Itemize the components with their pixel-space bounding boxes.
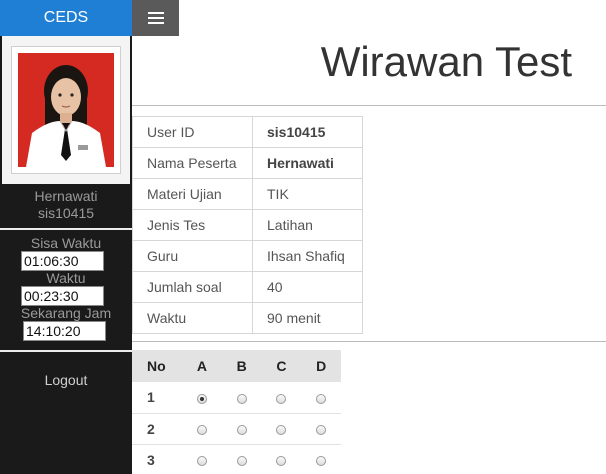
- info-key: Jumlah soal: [132, 271, 253, 303]
- answer-cell-c: [261, 413, 302, 445]
- radio-option-c[interactable]: [276, 424, 287, 435]
- radio-option-c[interactable]: [276, 455, 287, 466]
- info-value: 90 menit: [252, 302, 363, 334]
- info-value: Hernawati: [252, 147, 363, 179]
- answer-cell-a: [182, 413, 222, 445]
- info-key: Nama Peserta: [132, 147, 253, 179]
- table-row: 2: [132, 413, 341, 445]
- answer-cell-a: [182, 382, 222, 414]
- answer-cell-d: [301, 382, 341, 414]
- info-key: Waktu: [132, 302, 253, 334]
- column-header-c: C: [261, 350, 302, 382]
- column-header-a: A: [182, 350, 222, 382]
- answer-cell-b: [221, 413, 262, 445]
- info-key: Jenis Tes: [132, 209, 253, 241]
- answer-cell-c: [261, 382, 302, 414]
- sidebar-user-info: Hernawati sis10415: [0, 184, 132, 228]
- answer-header-row: No A B C D: [132, 350, 341, 382]
- radio-option-b[interactable]: [236, 455, 247, 466]
- table-row: Nama Peserta Hernawati: [132, 147, 363, 179]
- timer-panel: Sisa Waktu Waktu Sekarang Jam: [0, 230, 132, 350]
- column-header-d: D: [301, 350, 341, 382]
- table-row: Guru Ihsan Shafiq: [132, 240, 363, 272]
- info-value: sis10415: [252, 116, 363, 148]
- info-key: User ID: [132, 116, 253, 148]
- sidebar-user-name: Hernawati: [34, 188, 98, 204]
- info-value: 40: [252, 271, 363, 303]
- table-row: 1: [132, 382, 341, 414]
- table-row: User ID sis10415: [132, 116, 363, 148]
- question-number: 3: [132, 444, 182, 474]
- student-portrait-image: [18, 53, 114, 167]
- info-key: Guru: [132, 240, 253, 272]
- radio-option-a[interactable]: [196, 424, 207, 435]
- table-row: Waktu 90 menit: [132, 302, 363, 334]
- sekarang-jam-field[interactable]: [23, 321, 106, 341]
- answer-sheet-table: No A B C D 1 2 3: [132, 350, 341, 474]
- question-number: 2: [132, 413, 182, 445]
- hamburger-bar: [147, 12, 164, 14]
- section-divider: [132, 341, 606, 342]
- column-header-no: No: [132, 350, 182, 382]
- waktu-label: Waktu: [46, 270, 86, 286]
- table-row: Jumlah soal 40: [132, 271, 363, 303]
- sidebar-user-id: sis10415: [37, 205, 95, 221]
- answer-cell-c: [261, 444, 302, 474]
- answer-cell-b: [221, 444, 262, 474]
- sisa-waktu-label: Sisa Waktu: [30, 235, 102, 251]
- radio-option-c[interactable]: [276, 393, 287, 404]
- radio-option-d[interactable]: [316, 455, 327, 466]
- answer-cell-d: [301, 444, 341, 474]
- hamburger-menu-icon[interactable]: [132, 0, 179, 36]
- hamburger-bar: [147, 22, 164, 24]
- hamburger-bar: [147, 17, 164, 19]
- radio-option-b[interactable]: [236, 424, 247, 435]
- logout-link[interactable]: Logout: [0, 372, 132, 388]
- answer-cell-a: [182, 444, 222, 474]
- radio-option-a[interactable]: [196, 393, 207, 404]
- brand-title[interactable]: CEDS: [0, 0, 132, 36]
- answer-cell-b: [221, 382, 262, 414]
- question-number: 1: [132, 382, 182, 414]
- radio-option-d[interactable]: [316, 424, 327, 435]
- column-header-b: B: [221, 350, 262, 382]
- table-row: Materi Ujian TIK: [132, 178, 363, 210]
- table-row: 3: [132, 444, 341, 474]
- info-value: TIK: [252, 178, 363, 210]
- profile-photo-frame: [0, 36, 132, 184]
- waktu-field[interactable]: [21, 286, 104, 306]
- page-title: Wirawan Test: [320, 38, 572, 85]
- radio-option-a[interactable]: [196, 455, 207, 466]
- sisa-waktu-field[interactable]: [21, 251, 104, 271]
- radio-option-b[interactable]: [236, 393, 247, 404]
- sidebar: CEDS Hernawati sis10415 Sisa Waktu 01:06…: [0, 0, 132, 474]
- table-row: Jenis Tes Latihan: [132, 209, 363, 241]
- title-divider: [132, 105, 606, 106]
- sekarang-jam-label: Sekarang Jam: [20, 305, 112, 321]
- answer-cell-d: [301, 413, 341, 445]
- exam-info-table: User ID sis10415 Nama Peserta Hernawati …: [132, 116, 363, 334]
- sidebar-divider-2: [0, 350, 132, 352]
- radio-option-d[interactable]: [316, 393, 327, 404]
- profile-photo: [11, 46, 121, 174]
- info-value: Ihsan Shafiq: [252, 240, 363, 272]
- info-value: Latihan: [252, 209, 363, 241]
- info-key: Materi Ujian: [132, 178, 253, 210]
